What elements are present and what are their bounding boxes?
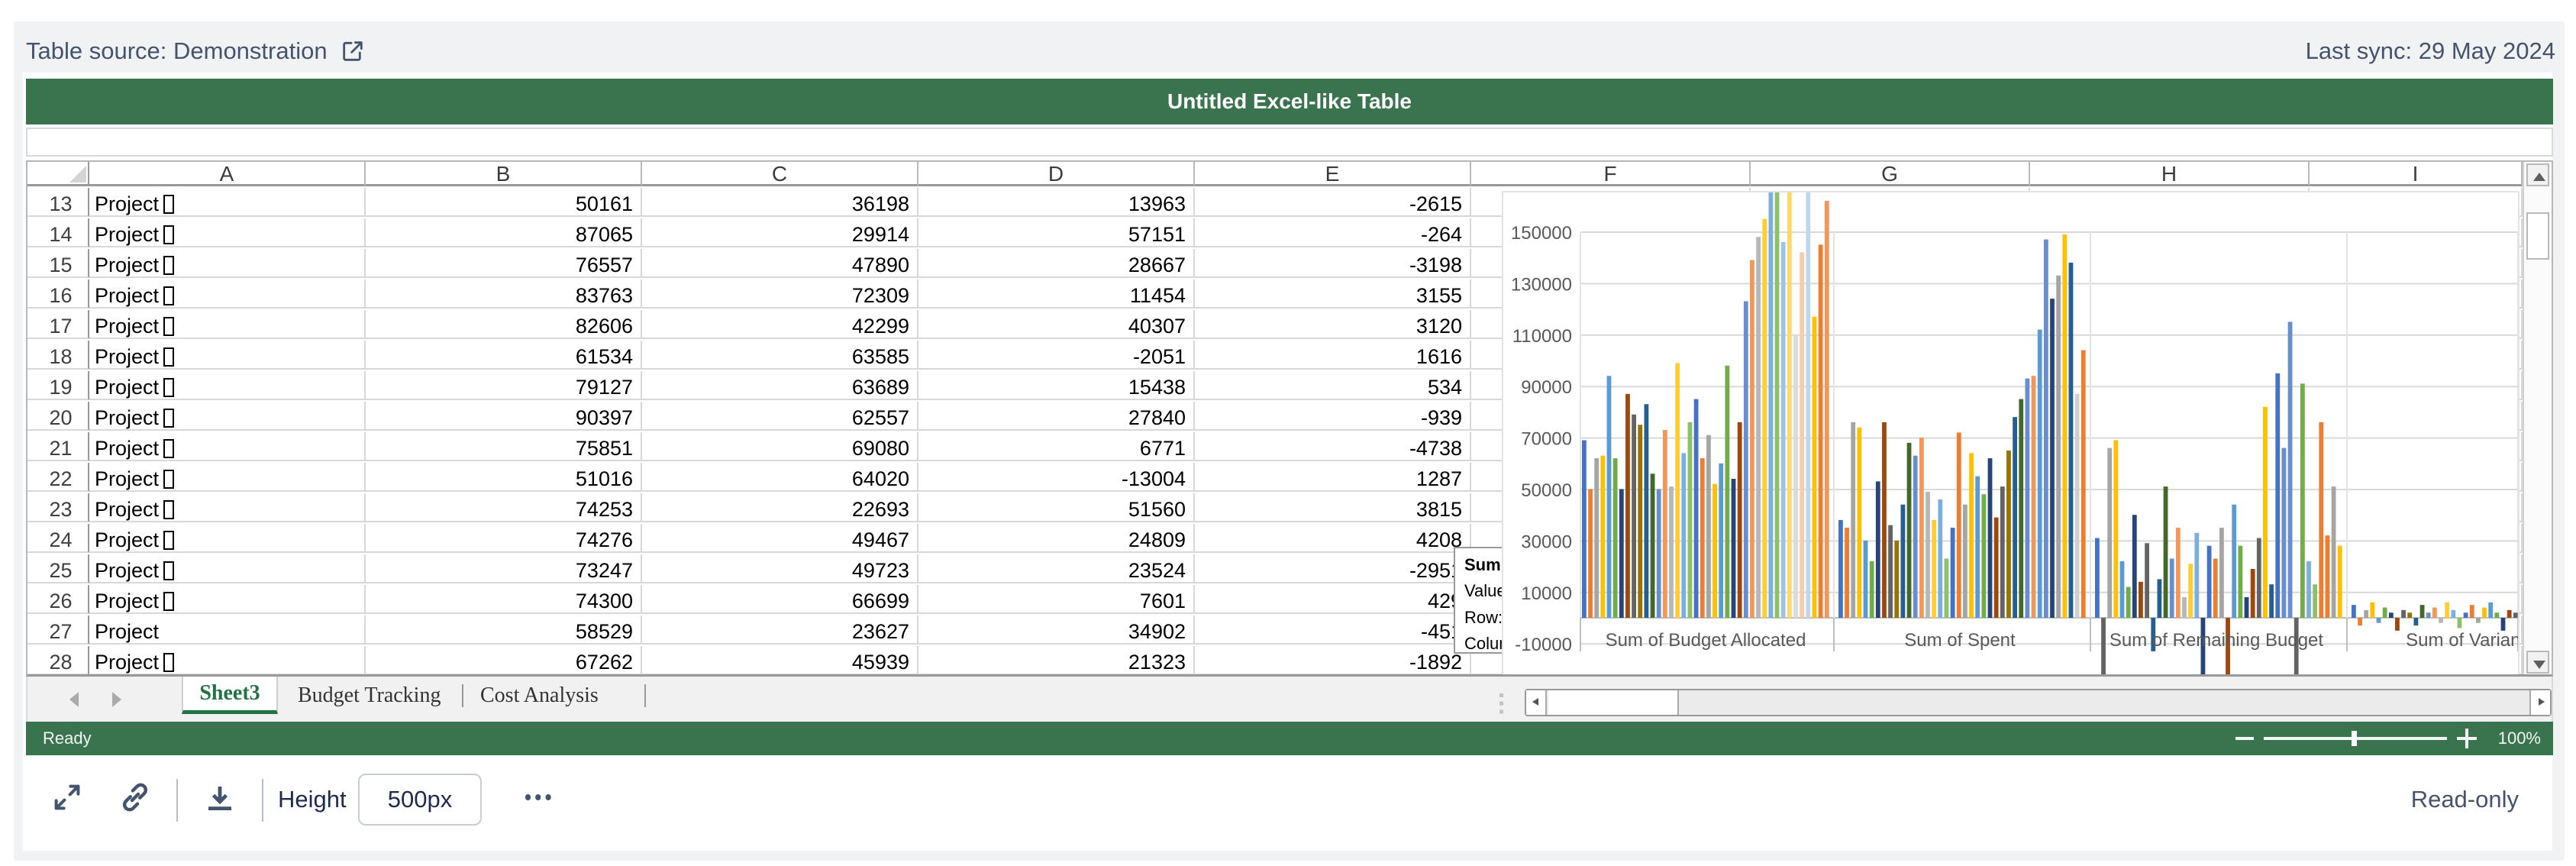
svg-text:Sum of Budget Allocated: Sum of Budget Allocated — [1606, 630, 1806, 651]
svg-text:Sum of Variance: Sum of Variance — [2406, 630, 2520, 651]
svg-text:90000: 90000 — [1521, 377, 1572, 398]
svg-text:10000: 10000 — [1521, 583, 1572, 604]
svg-text:110000: 110000 — [1512, 326, 1572, 347]
svg-text:Sum of Spent: Sum of Spent — [1904, 630, 2016, 651]
svg-text:70000: 70000 — [1521, 429, 1572, 450]
svg-text:30000: 30000 — [1521, 532, 1572, 552]
svg-text:-10000: -10000 — [1515, 635, 1572, 655]
svg-text:130000: 130000 — [1511, 274, 1572, 295]
svg-text:50000: 50000 — [1521, 480, 1572, 501]
svg-text:150000: 150000 — [1511, 223, 1572, 244]
svg-text:Sum of Remaining Budget: Sum of Remaining Budget — [2110, 630, 2323, 651]
